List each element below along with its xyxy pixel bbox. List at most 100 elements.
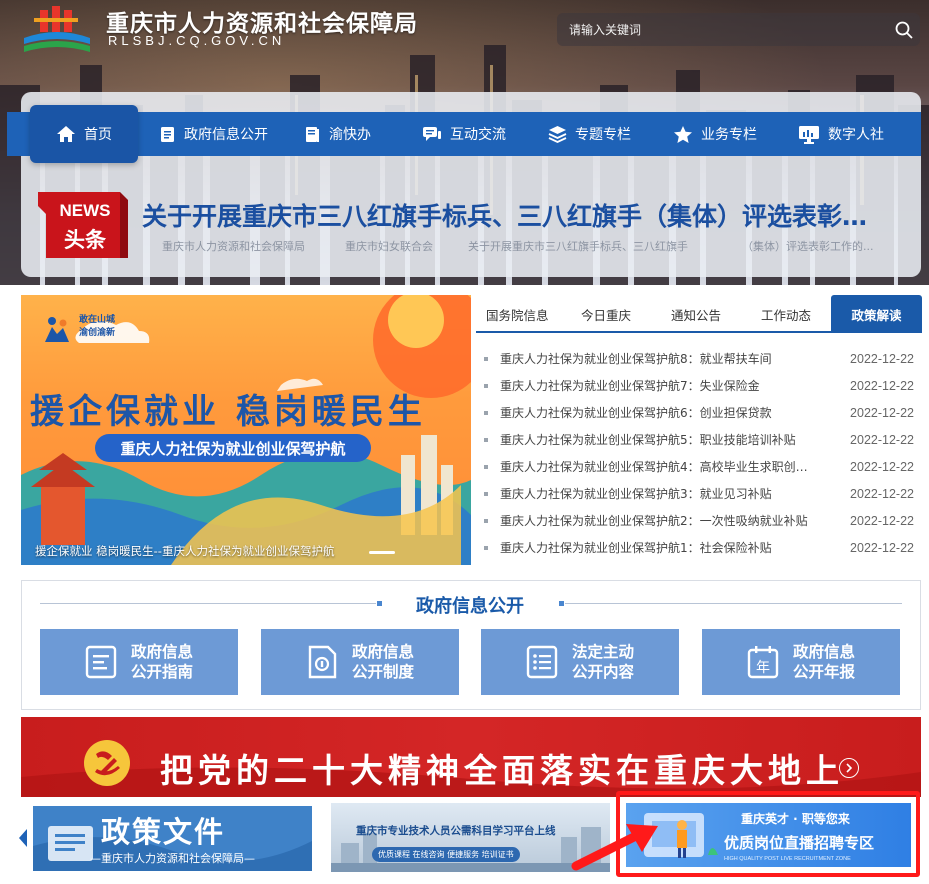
news-date: 2022-12-22 [850,459,914,474]
regulation-icon [308,645,337,679]
card-line-1: 政府信息 [792,643,855,661]
carousel-indicator[interactable] [369,551,395,554]
headline-sub-4: （集体）评选表彰工作的... [742,240,874,253]
star-icon [674,125,692,143]
people-logo-icon [45,317,69,342]
nav-label: 首页 [84,127,112,143]
card-line-2: 公开内容 [571,663,634,681]
chevron-right-icon[interactable] [839,758,859,778]
party-emblem-icon [84,740,130,786]
bullet [484,518,488,523]
home-icon [57,126,75,142]
policy-banner-sub: —重庆市人力资源和社会保障局— [90,852,255,865]
carousel-banner-ribbon: 重庆人力社保为就业创业保驾护航 [95,434,371,462]
nav-item-gov-info[interactable]: 政府信息公开 [159,112,268,156]
news-title[interactable]: 重庆人力社保为就业创业保驾护航7：失业保险金 [500,377,816,394]
list-item[interactable]: 重庆人力社保为就业创业保驾护航5：职业技能培训补贴 2022-12-22 [484,426,914,453]
news-tabs: 国务院信息 今日重庆 通知公告 工作动态 政策解读 [476,295,922,333]
news-title[interactable]: 重庆人力社保为就业创业保驾护航1：社会保险补贴 [500,539,816,556]
list-item[interactable]: 重庆人力社保为就业创业保驾护航3：就业见习补贴 2022-12-22 [484,480,914,507]
site-logo-icon[interactable] [22,4,92,54]
card-line-1: 政府信息 [351,643,414,661]
tab-notices[interactable]: 通知公告 [671,305,721,324]
search-input[interactable] [557,22,888,37]
nav-label: 专题专栏 [575,127,631,143]
nav-item-special-topics[interactable]: 专题专栏 [548,112,631,156]
svg-text:NEWS: NEWS [60,201,111,220]
logo-line-2: 渝创渝新 [79,328,116,338]
news-date: 2022-12-22 [850,540,914,555]
news-title[interactable]: 重庆人力社保为就业创业保驾护航6：创业担保贷款 [500,404,816,421]
tab-state-council[interactable]: 国务院信息 [486,305,549,324]
learning-banner-sub: 优质课程 在线咨询 便捷服务 培训证书 [372,847,520,862]
chevron-left-icon[interactable] [18,828,28,848]
list-item[interactable]: 重庆人力社保为就业创业保驾护航4：高校毕业生求职创业补贴 2022-12-22 [484,453,914,480]
card-line-2: 公开制度 [351,663,414,681]
news-date: 2022-12-22 [850,351,914,366]
news-title[interactable]: 重庆人力社保为就业创业保驾护航3：就业见习补贴 [500,485,816,502]
chat-icon [423,126,441,141]
document-icon [161,126,174,142]
nav-item-digital-hr[interactable]: 数字人社 [798,112,884,156]
nav-label: 数字人社 [828,127,884,143]
carousel-logo [42,314,72,348]
headline-sub-3: 关于开展重庆市三八红旗手标兵、三八红旗手 [468,240,688,253]
nav-item-business[interactable]: 业务专栏 [673,112,757,156]
gov-card-content[interactable]: 法定主动 公开内容 [481,629,679,695]
nav-label: 政府信息公开 [184,127,268,143]
news-date: 2022-12-22 [850,486,914,501]
news-title[interactable]: 重庆人力社保为就业创业保驾护航2：一次性吸纳就业补贴 [500,512,816,529]
gov-card-regulation[interactable]: 政府信息 公开制度 [261,629,459,695]
nav-label: 业务专栏 [701,127,757,143]
nav-item-yukuaiban[interactable]: 渝快办 [304,112,371,156]
carousel-banner-title: 援企保就业 稳岗暖民生 [30,392,426,432]
policy-banner-title: 政策文件 [101,815,226,849]
learning-banner-title: 重庆市专业技术人员公需科目学习平台上线 [356,825,556,837]
tab-policy-interpretation[interactable]: 政策解读 [831,295,922,333]
divider-left [40,603,376,604]
bullet [484,410,488,415]
search-bar [557,13,920,46]
bullet [484,437,488,442]
news-date: 2022-12-22 [850,405,914,420]
news-headline-badge: NEWS 头条 [38,192,128,258]
calendar-icon: 年 [747,646,779,679]
headline-title[interactable]: 关于开展重庆市三八红旗手标兵、三八红旗手（集体）评选表彰的公示 [142,197,887,233]
arrow-pointer-icon [571,824,658,871]
nav-item-interaction[interactable]: 互动交流 [422,112,506,156]
news-date: 2022-12-22 [850,513,914,528]
news-title[interactable]: 重庆人力社保为就业创业保驾护航8：就业帮扶车间 [500,350,816,367]
bullet [484,491,488,496]
svg-text:年: 年 [756,660,770,676]
guide-icon [85,645,117,679]
recruitment-banner-line-2: 优质岗位直播招聘专区 [724,834,875,852]
news-title[interactable]: 重庆人力社保为就业创业保驾护航5：职业技能培训补贴 [500,431,816,448]
list-item[interactable]: 重庆人力社保为就业创业保驾护航7：失业保险金 2022-12-22 [484,372,914,399]
nav-item-home[interactable]: 首页 [30,105,138,163]
bullet [484,356,488,361]
list-item[interactable]: 重庆人力社保为就业创业保驾护航6：创业担保贷款 2022-12-22 [484,399,914,426]
layers-icon [548,126,567,143]
news-title[interactable]: 重庆人力社保为就业创业保驾护航4：高校毕业生求职创业补贴 [500,458,816,475]
tab-work-news[interactable]: 工作动态 [761,305,811,324]
headline-sub-2: 重庆市妇女联合会 [345,240,433,253]
news-list: 重庆人力社保为就业创业保驾护航8：就业帮扶车间 2022-12-22 重庆人力社保… [484,345,914,561]
svg-text:头条: 头条 [64,228,107,252]
card-line-1: 政府信息 [130,643,193,661]
recruitment-banner-line-3: HIGH QUALITY POST LIVE RECRUITMENT ZONE [724,856,851,862]
tab-today-chongqing[interactable]: 今日重庆 [581,305,631,324]
gov-card-guide[interactable]: 政府信息 公开指南 [40,629,238,695]
carousel-logo-text: 敢在山城 渝创渝新 [79,314,115,340]
carousel-caption[interactable]: 援企保就业 稳岗暖民生--重庆人力社保为就业创业保驾护航 [35,543,334,559]
bullet [484,464,488,469]
card-line-1: 法定主动 [571,643,634,661]
list-item[interactable]: 重庆人力社保为就业创业保驾护航8：就业帮扶车间 2022-12-22 [484,345,914,372]
search-icon[interactable] [888,13,920,46]
card-line-2: 公开指南 [130,663,193,681]
gov-card-annual-report[interactable]: 年 政府信息 公开年报 [702,629,900,695]
bullet [484,545,488,550]
divider-right [565,603,902,604]
list-item[interactable]: 重庆人力社保为就业创业保驾护航2：一次性吸纳就业补贴 2022-12-22 [484,507,914,534]
gov-info-title: 政府信息公开 [416,596,524,617]
list-item[interactable]: 重庆人力社保为就业创业保驾护航1：社会保险补贴 2022-12-22 [484,534,914,561]
